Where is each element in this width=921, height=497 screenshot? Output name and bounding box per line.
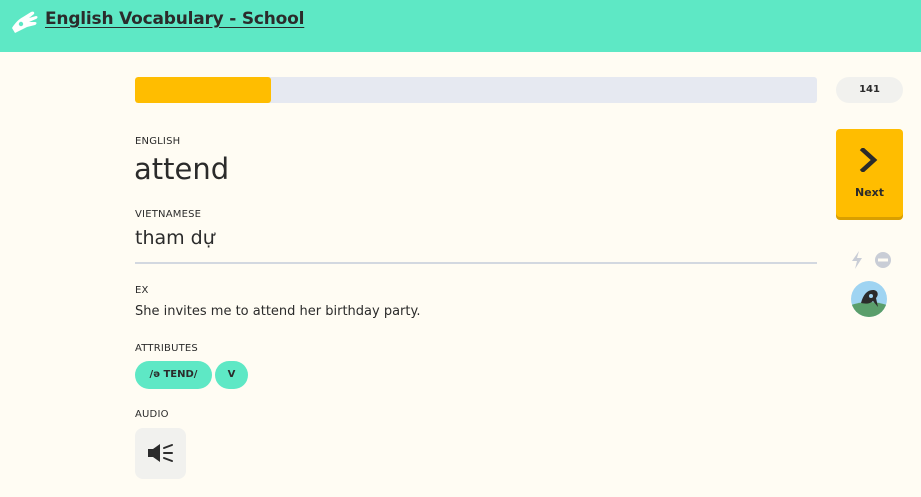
english-word: attend: [134, 152, 230, 186]
session-progress-fill: [135, 77, 272, 103]
audio-label: AUDIO: [135, 409, 169, 420]
speaker-icon: [148, 444, 173, 462]
example-sentence: She invites me to attend her birthday pa…: [135, 304, 421, 319]
next-button[interactable]: Next: [836, 129, 903, 217]
item-count-badge: 141: [836, 77, 903, 103]
session-progress-bar: [135, 77, 817, 103]
attribute-chip-part-of-speech[interactable]: V: [215, 361, 248, 389]
next-button-label: Next: [854, 186, 885, 199]
ex-label: EX: [135, 285, 149, 296]
divider: [135, 262, 817, 264]
english-label: ENGLISH: [135, 136, 181, 147]
course-title-link[interactable]: English Vocabulary - School: [45, 9, 304, 29]
memrise-hand-logo-icon[interactable]: [9, 9, 39, 35]
chevron-right-icon: [859, 148, 878, 172]
user-avatar[interactable]: [851, 281, 887, 317]
avatar-image: [851, 281, 887, 317]
minus-circle-icon[interactable]: [874, 251, 892, 269]
vietnamese-label: VIETNAMESE: [135, 209, 202, 220]
play-audio-button[interactable]: [135, 428, 186, 479]
lightning-bolt-icon[interactable]: [850, 251, 864, 269]
attributes-label: ATTRIBUTES: [135, 343, 198, 354]
top-bar: English Vocabulary - School: [0, 0, 921, 52]
vietnamese-meaning: tham dự: [135, 227, 215, 249]
attribute-chip-pronunciation[interactable]: /ə TEND/: [135, 361, 212, 389]
